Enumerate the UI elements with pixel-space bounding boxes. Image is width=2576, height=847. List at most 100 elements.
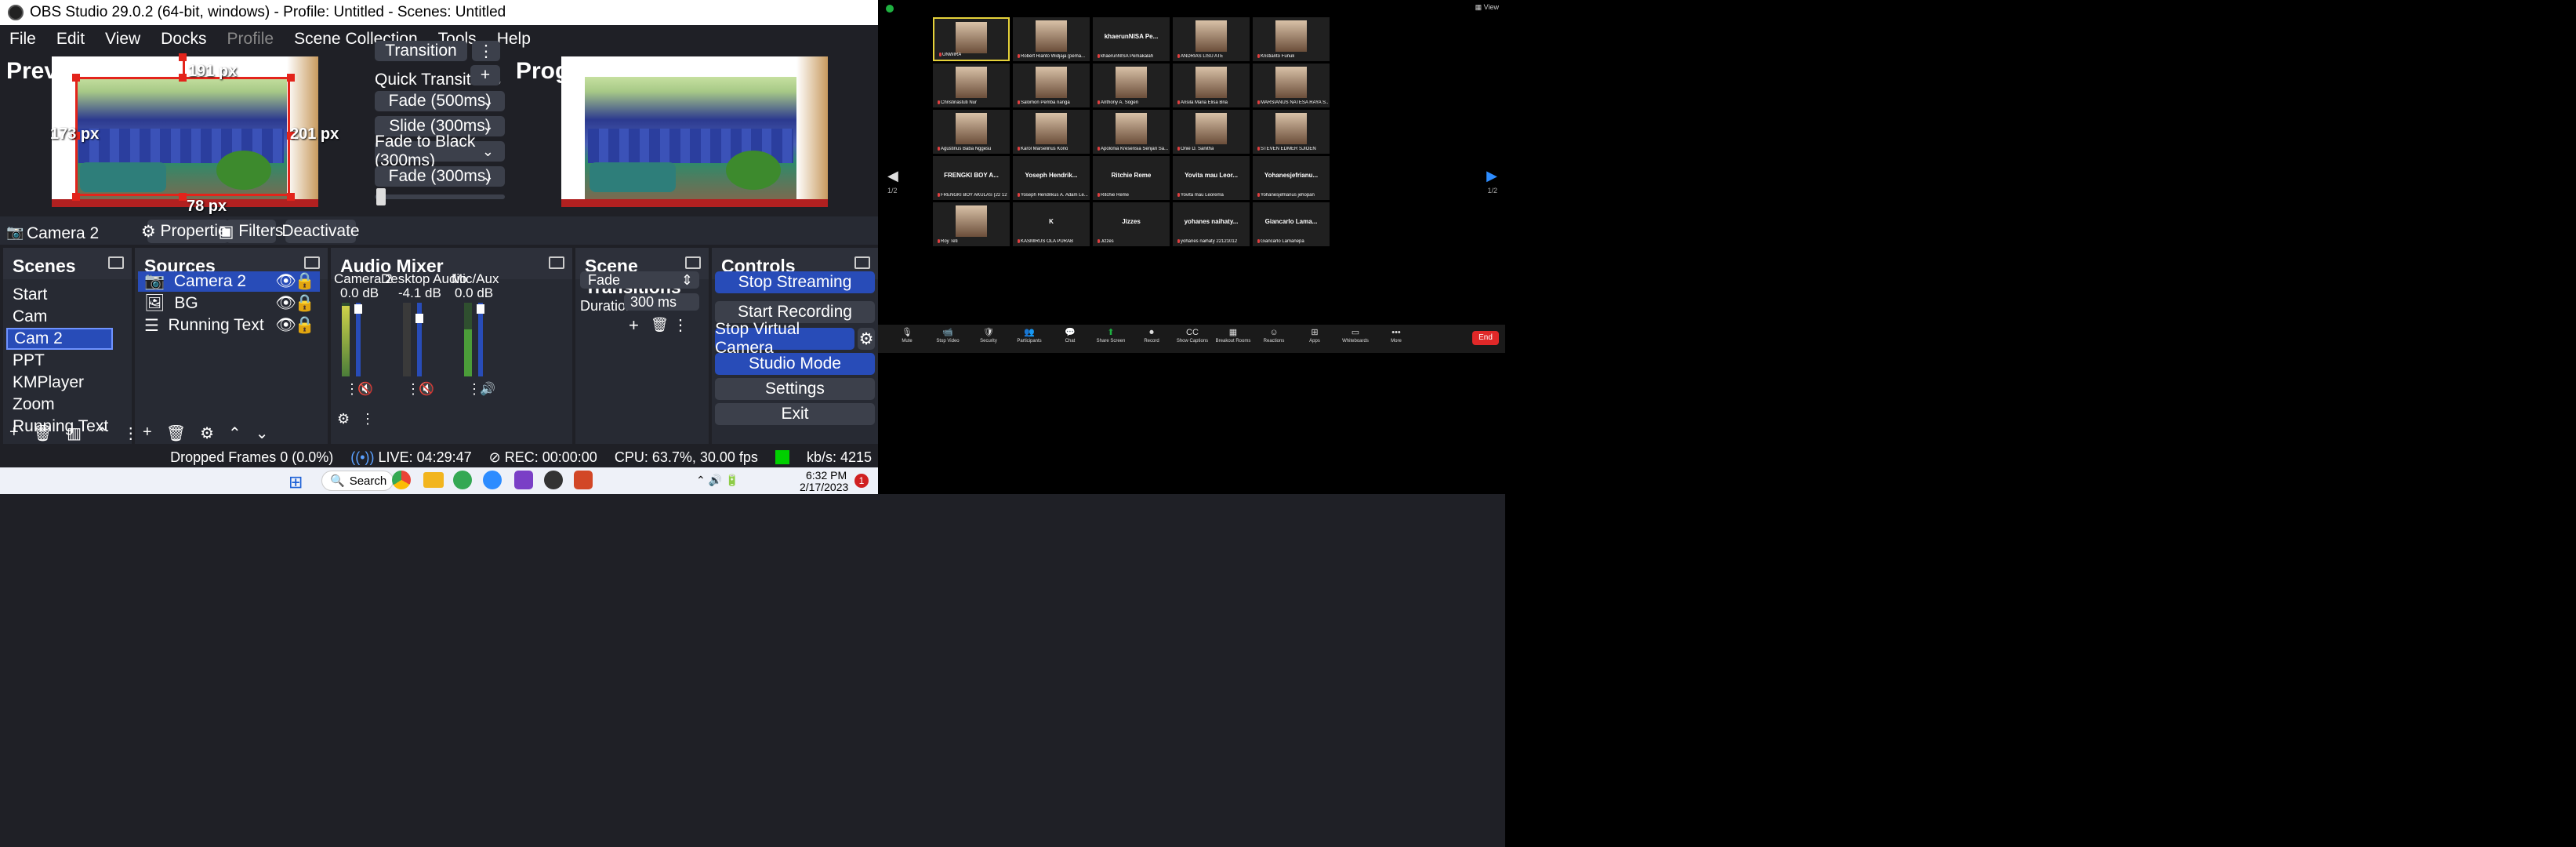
obs-taskbar-icon[interactable] [544, 471, 563, 489]
powerpoint-icon[interactable] [574, 471, 593, 489]
media-app-icon[interactable] [514, 471, 533, 489]
participant-tile[interactable]: Yovita mau Leor... Yovita mau Leorema [1173, 156, 1250, 200]
scene-item[interactable]: Zoom [6, 394, 113, 416]
scene-item[interactable]: Cam [6, 306, 113, 328]
windows-start-icon[interactable]: ⊞ [288, 472, 303, 493]
participant-tile[interactable]: Jizzes Jizzes [1093, 202, 1170, 246]
scene-item[interactable]: KMPlayer [6, 372, 113, 394]
participant-tile[interactable]: khaerunNISA Pe... khaerunNISA Pemakalah [1093, 17, 1170, 61]
stop-streaming-button[interactable]: Stop Streaming [715, 271, 875, 293]
eye-icon[interactable]: 👁 [275, 316, 296, 335]
menu-docks[interactable]: Docks [161, 30, 206, 49]
menu-help[interactable]: Help [497, 30, 531, 49]
mixer-menu-button[interactable]: ⋮ [361, 411, 375, 427]
menu-file[interactable]: File [9, 30, 36, 49]
duration-input[interactable]: 300 ms [624, 293, 699, 311]
notification-badge[interactable]: 1 [854, 474, 869, 488]
participant-tile[interactable]: ANDRIAS LISU ATE [1173, 17, 1250, 61]
exit-button[interactable]: Exit [715, 403, 875, 425]
participant-tile[interactable]: Anthony A. Sogen [1093, 64, 1170, 107]
muted-speaker-icon[interactable]: 🔇 [419, 381, 434, 397]
settings-button[interactable]: Settings [715, 378, 875, 400]
move-up-icon[interactable]: ⌃ [96, 424, 109, 443]
undock-icon[interactable] [685, 256, 701, 269]
zoom-tool-participants[interactable]: 👥 Participants [1010, 326, 1049, 344]
transition-menu-button[interactable]: ⋮ [472, 41, 500, 61]
resize-handle[interactable] [287, 74, 295, 82]
next-page-icon[interactable]: ▶ [1486, 168, 1497, 184]
file-explorer-icon[interactable] [423, 472, 444, 488]
quick-transition-4[interactable]: Fade (300ms) ⌄ [375, 166, 505, 187]
participant-tile[interactable]: Ansila Maria Elisa Bria [1173, 64, 1250, 107]
eye-icon[interactable]: 👁 [275, 272, 296, 291]
undock-icon[interactable] [304, 256, 320, 269]
t-bar-slider[interactable] [375, 194, 505, 199]
eye-icon[interactable]: 👁 [275, 294, 296, 313]
scene-item[interactable]: Start [6, 284, 113, 306]
volume-slider[interactable] [356, 303, 361, 376]
zoom-tool-reactions[interactable]: ☺ Reactions [1254, 326, 1293, 344]
quick-transition-1[interactable]: Fade (500ms) ⌄ [375, 91, 505, 111]
lock-icon[interactable]: 🔒 [295, 316, 315, 335]
add-quick-transition-button[interactable]: + [470, 65, 500, 85]
zoom-tool-mute[interactable]: 🎙 Mute [887, 326, 927, 344]
participant-tile[interactable]: yohanes naihaty... yohanes naihaty 221210… [1173, 202, 1250, 246]
deactivate-button[interactable]: Deactivate [281, 220, 360, 243]
add-transition-icon[interactable]: + [629, 315, 639, 336]
t-bar-handle[interactable] [376, 188, 386, 205]
muted-speaker-icon[interactable]: 🔇 [357, 381, 373, 397]
resize-handle[interactable] [72, 74, 80, 82]
advanced-audio-icon[interactable]: ⚙ [337, 411, 350, 427]
participant-tile[interactable]: Robert Rianto Widjaja (pema... [1013, 17, 1090, 61]
transition-properties-button[interactable]: ⋮ [673, 315, 688, 335]
zoom-tool-share-screen[interactable]: ⬆ Share Screen [1091, 326, 1130, 344]
undock-icon[interactable] [108, 256, 124, 269]
volume-fader[interactable] [415, 314, 423, 323]
participant-tile[interactable]: Agustinus Baba Nggesu [933, 110, 1010, 154]
clock-time[interactable]: 6:32 PM [806, 469, 847, 482]
add-source-icon[interactable]: + [143, 424, 152, 443]
clock-date[interactable]: 2/17/2023 [800, 481, 848, 493]
filter-icon[interactable]: ▥ [67, 424, 82, 443]
taskbar-search[interactable]: 🔍 Search [321, 471, 394, 491]
participant-tile[interactable]: Christinastuti Nur [933, 64, 1010, 107]
zoom-tool-whiteboards[interactable]: ▭ Whiteboards [1336, 326, 1375, 344]
tray-icons[interactable]: ⌃ 🔊 🔋 [696, 474, 738, 487]
participant-tile[interactable]: K KASMIRUS OLA PURAB [1013, 202, 1090, 246]
source-item-running-text[interactable]: ☰ Running Text 👁 🔒 [138, 315, 320, 336]
transition-button[interactable]: Transition [375, 41, 467, 61]
view-button[interactable]: ▦ View [1475, 3, 1499, 12]
volume-fader[interactable] [477, 304, 484, 314]
trash-icon[interactable]: 🗑 [651, 317, 669, 333]
resize-handle[interactable] [287, 193, 295, 201]
scene-item-selected[interactable]: Cam 2 [6, 328, 113, 350]
volume-slider[interactable] [478, 303, 483, 376]
zoom-tool-show-captions[interactable]: CC Show Captions [1173, 326, 1212, 344]
properties-button[interactable]: ⚙ Properties [141, 220, 235, 243]
trash-icon[interactable]: 🗑 [33, 424, 53, 443]
volume-fader[interactable] [354, 304, 362, 314]
participant-tile[interactable]: MARSIANUS NATESA RAYA S... [1253, 64, 1330, 107]
gear-icon[interactable]: ⚙ [200, 424, 214, 443]
participant-tile[interactable]: Ritchie Reme Ritchie Reme [1093, 156, 1170, 200]
participant-tile[interactable]: Onie D. Sanitha [1173, 110, 1250, 154]
menu-edit[interactable]: Edit [56, 30, 85, 49]
more-icon[interactable]: ⋮ [123, 424, 139, 443]
add-scene-icon[interactable]: + [9, 424, 19, 443]
studio-mode-button[interactable]: Studio Mode [715, 353, 875, 375]
source-bounding-box[interactable] [75, 77, 290, 196]
zoom-tool-more[interactable]: ••• More [1377, 326, 1416, 344]
participant-tile[interactable]: Karol Marselinus Kono [1013, 110, 1090, 154]
participant-tile[interactable]: STEVEN EDMER SJIOEN [1253, 110, 1330, 154]
lock-icon[interactable]: 🔒 [295, 272, 315, 291]
transition-select[interactable]: Fade ⇕ [580, 271, 699, 289]
zoom-app-icon[interactable] [483, 471, 502, 489]
zoom-tool-stop-video[interactable]: 📹 Stop Video [928, 326, 967, 344]
participant-tile[interactable]: Yohanesjefrianu... Yohanesjefrianus jehop… [1253, 156, 1330, 200]
lock-icon[interactable]: 🔒 [295, 294, 315, 313]
participant-tile[interactable]: UNWIRA [933, 17, 1010, 61]
menu-profile[interactable]: Profile [227, 30, 274, 49]
speaker-icon[interactable]: 🔊 [480, 381, 495, 397]
participant-tile[interactable]: Roy Teti [933, 202, 1010, 246]
filters-button[interactable]: ▣ Filters [219, 220, 283, 243]
